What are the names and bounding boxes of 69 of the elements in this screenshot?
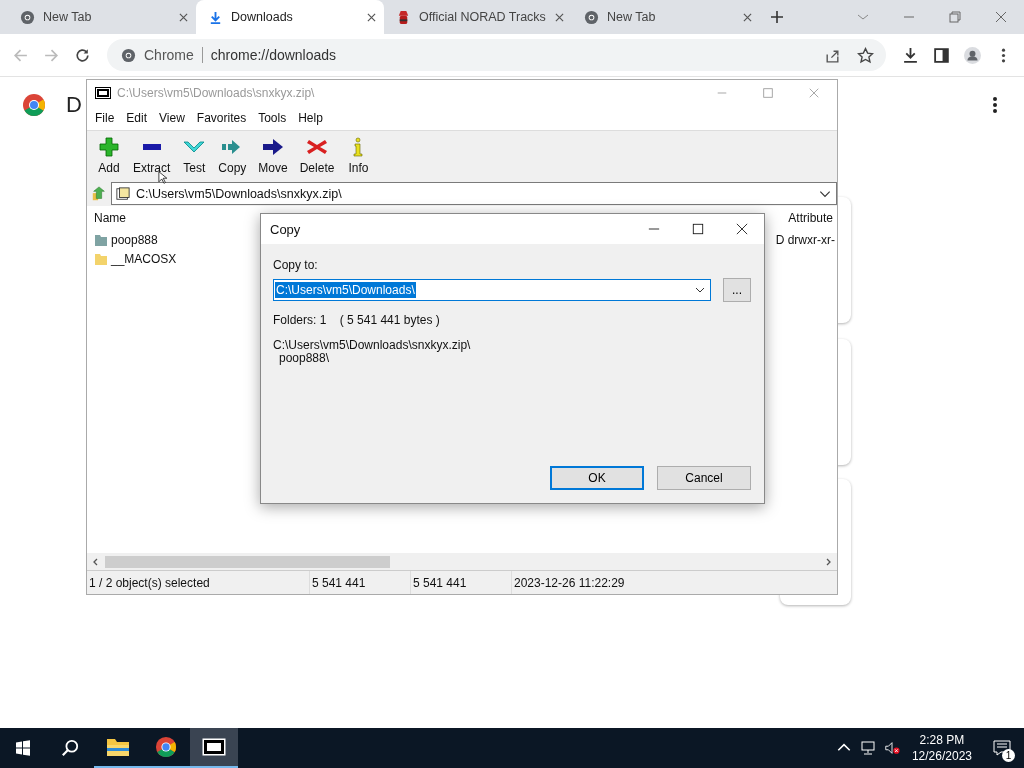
menu-item[interactable]: Edit [120, 111, 154, 125]
chrome-icon [20, 9, 35, 25]
taskbar-app[interactable] [190, 728, 238, 768]
file-name[interactable]: poop888 [111, 232, 158, 247]
toolbar-button[interactable]: Add [91, 137, 127, 175]
menu-item[interactable]: View [153, 111, 191, 125]
folder-up-icon[interactable] [91, 185, 107, 202]
app-logo-icon [202, 736, 226, 758]
date-text: 12/26/2023 [911, 748, 972, 764]
cancel-button[interactable]: Cancel [657, 466, 751, 490]
window-title: C:\Users\vm5\Downloads\snxkyx.zip\ [117, 86, 315, 100]
archive-icon [116, 186, 130, 201]
menu-item[interactable]: Help [292, 111, 329, 125]
toolbar-button[interactable]: Delete [293, 137, 341, 175]
toolbar-button[interactable]: Extract [127, 137, 177, 175]
notification-badge: 1 [1002, 749, 1015, 762]
cursor-icon [158, 171, 167, 184]
toolbar-button[interactable]: Copy [212, 137, 253, 175]
browser-tab[interactable]: New Tab [8, 0, 196, 34]
more-icon[interactable] [992, 96, 998, 114]
ok-button[interactable]: OK [550, 466, 644, 490]
app-logo-icon [95, 87, 111, 99]
new-tab-icon[interactable] [770, 10, 784, 24]
path-field[interactable]: C:\Users\vm5\Downloads\snxkyx.zip\ [111, 182, 837, 205]
dialog-title: Copy [270, 221, 301, 237]
browser-tab[interactable]: New Tab [572, 0, 760, 34]
file-name[interactable]: __MACOSX [111, 251, 177, 266]
browser-tab[interactable]: Official NORAD Tracks [384, 0, 572, 34]
status-text: 1 / 2 object(s) selected [87, 571, 310, 594]
url-text: chrome://downloads [210, 47, 337, 63]
toolbar-button[interactable]: Test [176, 137, 213, 175]
site-label: Chrome [144, 47, 203, 63]
chrome-logo-icon [22, 93, 46, 117]
toolbar-button[interactable]: Info [340, 137, 377, 175]
chrome-icon [121, 47, 136, 63]
field-label: Copy to: [273, 258, 319, 272]
plus-icon [97, 137, 121, 157]
menu-item[interactable]: Tools [252, 111, 293, 125]
close-icon[interactable] [743, 12, 752, 22]
time-text: 2:28 PM [919, 732, 965, 748]
clock[interactable]: 2:28 PM 12/26/2023 [903, 732, 980, 764]
folder-icon [106, 736, 130, 758]
menu-item[interactable]: Favorites [190, 111, 253, 125]
toolbar-button[interactable]: Move [252, 137, 294, 175]
source-path: poop888\ [279, 352, 330, 365]
restore-icon[interactable] [948, 10, 962, 24]
cross-icon [305, 137, 330, 157]
figure-icon [396, 9, 411, 25]
column-header[interactable]: Attribute [788, 211, 833, 225]
page-title: D [66, 92, 82, 118]
close-icon[interactable] [555, 12, 564, 22]
column-header[interactable]: Name [94, 211, 126, 225]
attributes-cell: D drwxr-xr- [775, 232, 835, 247]
menu-item[interactable]: File [89, 111, 121, 125]
browse-button[interactable]: ... [723, 278, 751, 302]
status-text: 5 541 441 [411, 571, 512, 594]
download-icon [208, 9, 223, 25]
source-path: C:\Users\vm5\Downloads\snxkyx.zip\ [273, 339, 472, 352]
chrome-icon [154, 736, 178, 758]
chrome-icon [584, 9, 599, 25]
horizontal-scrollbar[interactable] [87, 553, 837, 570]
browser-tab[interactable]: Downloads [196, 0, 384, 34]
status-text: 2023-12-26 11:22:29 [513, 574, 626, 592]
status-text: 5 541 441 [310, 571, 411, 594]
close-icon[interactable] [179, 12, 188, 22]
destination-field[interactable]: C:\Users\vm5\Downloads\ [273, 279, 711, 301]
summary-text: Folders: 1 ( 5 541 441 bytes ) [273, 313, 441, 327]
close-icon[interactable] [367, 12, 376, 22]
address-bar[interactable]: Chrome chrome://downloads [107, 39, 886, 71]
